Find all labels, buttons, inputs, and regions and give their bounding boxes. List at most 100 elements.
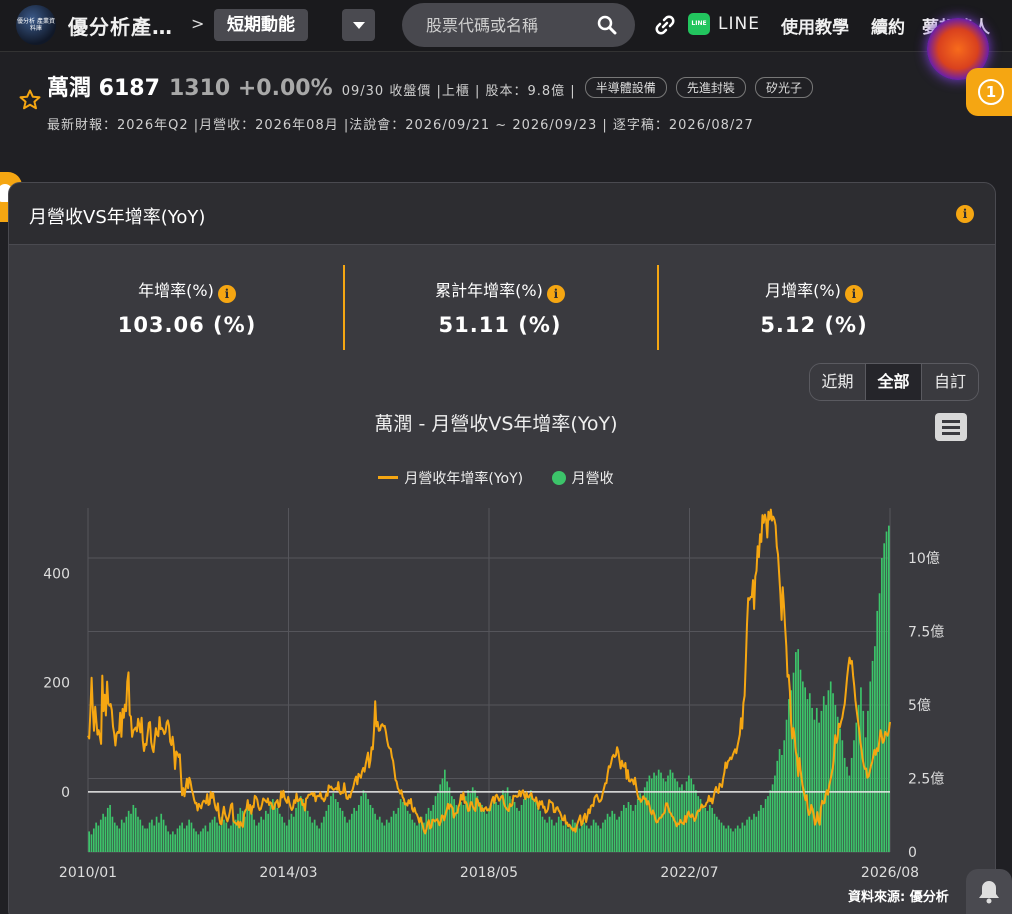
revenue-bar: [316, 825, 318, 852]
revenue-bar: [137, 816, 139, 852]
revenue-bar: [202, 828, 204, 852]
revenue-bar: [339, 807, 342, 852]
revenue-bar: [262, 819, 265, 852]
revenue-bar: [381, 822, 383, 852]
revenue-bar: [613, 813, 616, 852]
revenue-bar: [536, 807, 539, 852]
revenue-bar: [109, 804, 111, 852]
revenue-bar: [755, 816, 758, 852]
revenue-bar: [443, 769, 446, 852]
revenue-bar: [825, 704, 827, 852]
revenue-bar: [95, 822, 97, 852]
revenue-bar: [569, 825, 572, 852]
revenue-bar: [864, 737, 867, 852]
revenue-bar: [246, 804, 249, 852]
revenue-bar: [769, 790, 772, 852]
revenue-bar: [165, 825, 167, 852]
revenue-bar: [332, 793, 335, 852]
revenue-bar: [267, 813, 269, 852]
y-right-tick-label: 2.5億: [908, 771, 944, 787]
revenue-bar: [299, 796, 302, 852]
revenue-bar: [434, 796, 437, 852]
revenue-bar: [283, 822, 286, 852]
revenue-bar: [197, 834, 200, 852]
revenue-bar: [562, 825, 565, 852]
revenue-bar: [620, 810, 623, 852]
revenue-bar: [588, 828, 590, 852]
revenue-bar: [278, 813, 281, 852]
revenue-bar: [697, 796, 700, 852]
data-source: 資料來源: 優分析: [848, 890, 949, 905]
revenue-bar: [218, 825, 221, 852]
revenue-bar: [188, 819, 190, 852]
revenue-bar: [178, 825, 181, 852]
revenue-bar: [106, 807, 109, 852]
revenue-bar: [153, 825, 156, 852]
revenue-bar: [183, 828, 186, 852]
revenue-bar: [325, 810, 328, 852]
revenue-bar: [776, 760, 779, 852]
revenue-bar: [592, 819, 595, 852]
revenue-bar: [681, 784, 683, 852]
revenue-bar: [158, 822, 160, 852]
revenue-bar: [813, 719, 816, 852]
revenue-bar: [269, 804, 272, 852]
x-tick-label: 2018/05: [460, 865, 518, 881]
revenue-bar: [406, 810, 409, 852]
revenue-bar: [611, 810, 614, 852]
revenue-bar: [599, 828, 602, 852]
revenue-bar: [353, 807, 356, 852]
revenue-bar: [120, 819, 123, 852]
revenue-bar: [743, 825, 746, 852]
revenue-bar: [230, 825, 232, 852]
revenue-bar: [127, 810, 130, 852]
revenue-bar: [815, 707, 818, 852]
revenue-bar: [636, 799, 639, 852]
revenue-bar: [771, 784, 774, 852]
revenue-bar: [337, 802, 339, 852]
revenue-bar: [713, 813, 716, 852]
revenue-bar: [357, 804, 360, 852]
revenue-bar: [409, 813, 411, 852]
revenue-bar: [722, 825, 725, 852]
revenue-bar: [555, 822, 558, 852]
revenue-bar: [571, 819, 574, 852]
revenue-bar: [704, 807, 707, 852]
revenue-bar: [483, 810, 486, 852]
revenue-bar: [602, 822, 604, 852]
revenue-bar: [130, 813, 132, 852]
revenue-bar: [753, 813, 755, 852]
revenue-bar: [146, 828, 149, 852]
revenue-bar: [850, 757, 853, 852]
revenue-bar: [351, 813, 353, 852]
revenue-bar: [525, 793, 528, 852]
revenue-bar: [346, 822, 349, 852]
revenue-bar: [709, 804, 711, 852]
revenue-bar: [792, 672, 795, 852]
revenue-bar: [213, 816, 216, 852]
revenue-bar: [855, 722, 858, 852]
x-tick-label: 2022/07: [660, 865, 718, 881]
bell-icon[interactable]: [966, 869, 1012, 914]
revenue-bar: [727, 825, 730, 852]
revenue-bar: [185, 825, 188, 852]
revenue-bar: [785, 719, 788, 852]
revenue-bar: [641, 796, 644, 852]
revenue-bar: [778, 749, 781, 852]
revenue-bar: [404, 804, 407, 852]
revenue-bar: [362, 790, 365, 852]
revenue-bar: [141, 825, 144, 852]
revenue-bar: [99, 819, 102, 852]
revenue-bar: [155, 816, 158, 852]
revenue-bar: [190, 822, 193, 852]
revenue-bar: [511, 799, 514, 852]
revenue-bar: [383, 825, 386, 852]
revenue-bar: [806, 699, 809, 852]
revenue-bar: [460, 802, 462, 852]
revenue-bar: [134, 807, 137, 852]
revenue-bar: [416, 825, 418, 852]
revenue-bar: [499, 796, 502, 852]
revenue-bar: [818, 722, 820, 852]
x-tick-label: 2010/01: [59, 865, 117, 881]
revenue-bar: [376, 819, 379, 852]
